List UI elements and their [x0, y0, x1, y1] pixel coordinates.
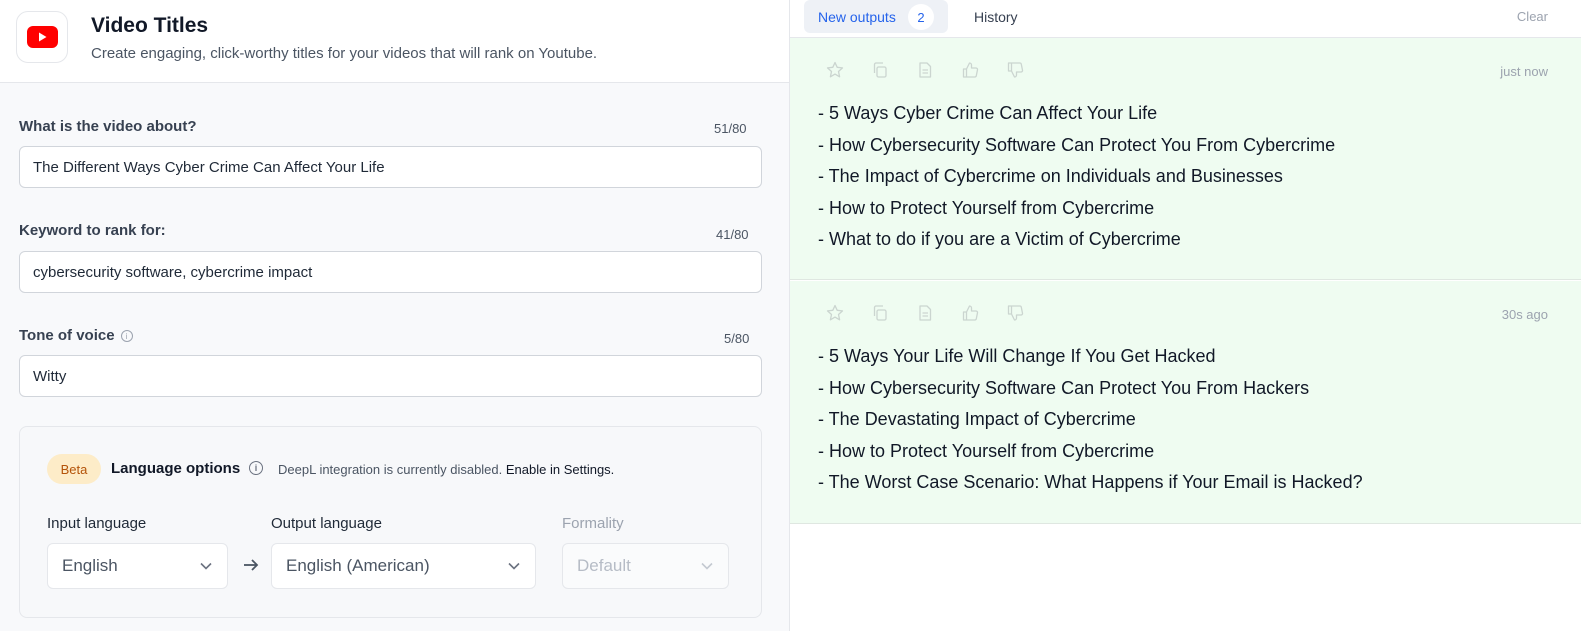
copy-icon[interactable] — [871, 61, 889, 79]
list-item: - The Worst Case Scenario: What Happens … — [818, 472, 1363, 492]
list-item: - How Cybersecurity Software Can Protect… — [818, 134, 1336, 155]
thumbs-down-icon[interactable] — [1006, 304, 1024, 322]
left-panel: Video Titles Create engaging, click-wort… — [0, 0, 790, 631]
tab-new-outputs[interactable]: New outputs 2 — [804, 0, 948, 33]
clear-button[interactable]: Clear — [1517, 9, 1548, 24]
keyword-input[interactable] — [19, 251, 762, 293]
list-item: - 5 Ways Your Life Will Change If You Ge… — [818, 346, 1216, 366]
beta-badge: Beta — [47, 454, 101, 484]
output-language-value: English (American) — [286, 556, 430, 575]
thumbs-up-icon[interactable] — [961, 304, 979, 322]
star-icon[interactable] — [826, 304, 844, 322]
tab-new-outputs-label: New outputs — [818, 8, 896, 25]
chevron-down-icon — [508, 562, 520, 570]
list-item: - How Cybersecurity Software Can Protect… — [818, 377, 1310, 398]
tone-label: Tone of voice i — [19, 327, 133, 344]
chevron-down-icon — [701, 562, 713, 570]
arrow-right-icon — [244, 559, 259, 571]
list-item: - The Devastating Impact of Cybercrime — [818, 409, 1136, 429]
list-item: - How to Protect Yourself from Cybercrim… — [818, 440, 1155, 461]
output-actions — [826, 304, 1024, 322]
list-item: - How to Protect Yourself from Cybercrim… — [818, 197, 1155, 218]
list-item: - 5 Ways Cyber Crime Can Affect Your Lif… — [818, 103, 1158, 123]
thumbs-up-icon[interactable] — [961, 61, 979, 79]
chevron-down-icon — [200, 562, 212, 570]
language-info-icon[interactable]: i — [249, 461, 263, 475]
list-item: - What to do if you are a Victim of Cybe… — [818, 229, 1181, 249]
list-item: - The Impact of Cybercrime on Individual… — [818, 166, 1283, 186]
tone-input[interactable] — [19, 355, 762, 397]
output-card: just now - 5 Ways Cyber Crime Can Affect… — [790, 38, 1581, 280]
output-tabs: New outputs 2 History Clear — [790, 0, 1581, 38]
copy-icon[interactable] — [871, 304, 889, 322]
page-title: Video Titles — [91, 14, 209, 37]
input-language-value: English — [62, 556, 118, 575]
language-options-title: Language options — [111, 460, 241, 477]
input-language-select[interactable]: English — [47, 543, 228, 589]
document-icon[interactable] — [916, 61, 934, 79]
outputs-panel: New outputs 2 History Clear just now - 5… — [790, 0, 1581, 631]
youtube-logo-icon — [26, 26, 58, 48]
deepl-note: DeepL integration is currently disabled.… — [278, 462, 614, 477]
about-input[interactable] — [19, 146, 762, 188]
output-title-list: - 5 Ways Your Life Will Change If You Ge… — [818, 345, 1363, 503]
tab-history[interactable]: History — [974, 9, 1018, 25]
output-title-list: - 5 Ways Cyber Crime Can Affect Your Lif… — [818, 102, 1335, 260]
new-outputs-count-badge: 2 — [908, 4, 934, 30]
tone-info-icon[interactable]: i — [120, 330, 133, 343]
formality-label: Formality — [562, 515, 624, 532]
output-timestamp: just now — [1500, 64, 1548, 79]
tone-char-count: 5/80 — [724, 331, 750, 346]
page-subtitle: Create engaging, click-worthy titles for… — [91, 45, 598, 62]
deepl-note-text: DeepL integration is currently disabled. — [278, 462, 503, 477]
tone-label-text: Tone of voice — [19, 327, 115, 344]
formality-value: Default — [577, 556, 631, 575]
page-header: Video Titles Create engaging, click-wort… — [0, 0, 789, 83]
enable-settings-link[interactable]: Enable in Settings. — [506, 462, 614, 477]
document-icon[interactable] — [916, 304, 934, 322]
app-logo — [16, 11, 68, 63]
about-label: What is the video about? — [19, 118, 197, 135]
output-card: 30s ago - 5 Ways Your Life Will Change I… — [790, 281, 1581, 524]
keyword-char-count: 41/80 — [716, 227, 749, 242]
input-language-label: Input language — [47, 515, 147, 532]
language-options-panel: Beta Language options i DeepL integratio… — [19, 426, 762, 618]
output-language-select[interactable]: English (American) — [271, 543, 536, 589]
about-char-count: 51/80 — [714, 121, 747, 136]
star-icon[interactable] — [826, 61, 844, 79]
output-actions — [826, 61, 1024, 79]
output-language-label: Output language — [271, 515, 382, 532]
thumbs-down-icon[interactable] — [1006, 61, 1024, 79]
keyword-label: Keyword to rank for: — [19, 222, 166, 239]
formality-select[interactable]: Default — [562, 543, 729, 589]
output-timestamp: 30s ago — [1501, 307, 1548, 322]
